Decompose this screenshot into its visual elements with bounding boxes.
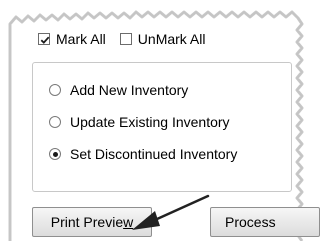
radio-button[interactable] — [49, 116, 61, 128]
inventory-option-group: Add New Inventory Update Existing Invent… — [32, 62, 292, 192]
radio-button[interactable] — [49, 84, 61, 96]
dialog-fragment: Mark All UnMark All Add New Inventory Up… — [0, 0, 320, 241]
radio-selected-dot — [52, 151, 58, 157]
radio-option-update-existing[interactable]: Update Existing Inventory — [49, 113, 230, 131]
unmark-all-label[interactable]: UnMark All — [138, 31, 206, 47]
process-button[interactable]: Process — [210, 207, 320, 237]
radio-button-selected[interactable] — [49, 148, 61, 160]
unmark-all-checkbox[interactable] — [119, 33, 132, 45]
radio-label[interactable]: Set Discontinued Inventory — [70, 146, 237, 162]
mnemonic-char: w — [123, 214, 134, 230]
checkmark-icon — [40, 36, 50, 44]
print-preview-button[interactable]: Print Preview — [32, 207, 152, 237]
radio-option-add-new[interactable]: Add New Inventory — [49, 81, 188, 99]
mark-all-checkbox[interactable] — [38, 33, 50, 45]
print-preview-label: Print Preview — [50, 214, 134, 230]
mark-checkbox-row: Mark All UnMark All — [38, 31, 219, 47]
radio-label[interactable]: Update Existing Inventory — [70, 114, 230, 130]
process-label: Process — [225, 214, 276, 230]
radio-option-set-discontinued[interactable]: Set Discontinued Inventory — [49, 145, 237, 163]
radio-label[interactable]: Add New Inventory — [70, 82, 188, 98]
mark-all-label[interactable]: Mark All — [56, 31, 106, 47]
